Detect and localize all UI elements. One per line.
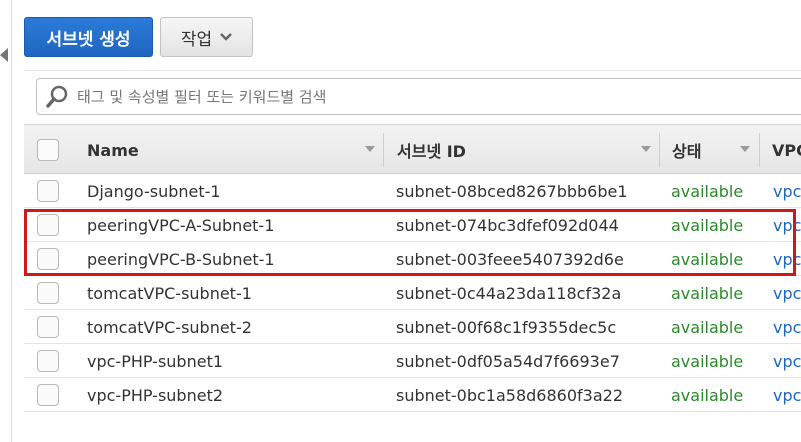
cell-name: peeringVPC-B-Subnet-1	[87, 249, 275, 269]
table-row[interactable]: Django-subnet-1 subnet-08bced8267bbb6be1…	[24, 174, 801, 208]
cell-name: Django-subnet-1	[87, 181, 221, 201]
column-header-label: Name	[87, 140, 139, 160]
cell-name: vpc-PHP-subnet1	[87, 351, 224, 371]
cell-subnet-id: subnet-0bc1a58d6860f3a22	[396, 385, 623, 405]
toolbar-divider	[24, 70, 801, 71]
chevron-left-icon[interactable]	[0, 48, 8, 62]
cell-status: available	[671, 385, 744, 405]
table-row[interactable]: peeringVPC-A-Subnet-1 subnet-074bc3dfef0…	[24, 208, 801, 242]
table-row[interactable]: tomcatVPC-subnet-1 subnet-0c44a23da118cf…	[24, 276, 801, 310]
search-input[interactable]	[77, 87, 777, 106]
cell-status: available	[671, 181, 744, 201]
search-icon	[46, 85, 68, 108]
row-checkbox[interactable]	[37, 384, 59, 406]
cell-status: available	[671, 215, 744, 235]
row-checkbox[interactable]	[37, 214, 59, 236]
column-header-status[interactable]: 상태	[672, 125, 762, 175]
cell-vpc-link[interactable]: vpc	[773, 208, 801, 242]
column-divider	[759, 133, 760, 167]
search-bar[interactable]	[36, 78, 801, 115]
cell-status: available	[671, 317, 744, 337]
create-subnet-button[interactable]: 서브넷 생성	[24, 17, 153, 57]
cell-subnet-id: subnet-074bc3dfef092d044	[396, 215, 619, 235]
cell-subnet-id: subnet-0c44a23da118cf32a	[396, 283, 622, 303]
sort-caret-icon[interactable]	[641, 146, 651, 152]
column-header-subnet-id[interactable]: 서브넷 ID	[397, 125, 659, 175]
column-header-label: 서브넷 ID	[397, 142, 466, 161]
row-checkbox[interactable]	[37, 350, 59, 372]
table-row[interactable]: peeringVPC-B-Subnet-1 subnet-003feee5407…	[24, 242, 801, 276]
cell-name: tomcatVPC-subnet-2	[87, 317, 252, 337]
actions-label: 작업	[180, 29, 213, 50]
select-all-checkbox[interactable]	[37, 139, 59, 161]
cell-vpc-link[interactable]: vpc	[773, 242, 801, 276]
cell-status: available	[671, 283, 744, 303]
cell-vpc-link[interactable]: vpc	[773, 174, 801, 208]
table-row[interactable]: vpc-PHP-subnet1 subnet-0df05a54d7f6693e7…	[24, 344, 801, 378]
row-checkbox[interactable]	[37, 282, 59, 304]
cell-name: peeringVPC-A-Subnet-1	[87, 215, 275, 235]
cell-subnet-id: subnet-00f68c1f9355dec5c	[396, 317, 617, 337]
left-nav-rail	[0, 0, 12, 442]
row-checkbox[interactable]	[37, 180, 59, 202]
cell-vpc-link[interactable]: vpc	[773, 344, 801, 378]
table-row[interactable]: vpc-PHP-subnet2 subnet-0bc1a58d6860f3a22…	[24, 378, 801, 412]
table-header: Name 서브넷 ID 상태 VPC	[24, 124, 801, 174]
cell-vpc-link[interactable]: vpc	[773, 310, 801, 344]
sort-caret-icon[interactable]	[365, 146, 375, 152]
column-divider	[659, 133, 660, 167]
column-header-vpc[interactable]: VPC	[772, 125, 801, 175]
row-checkbox[interactable]	[37, 248, 59, 270]
cell-name: tomcatVPC-subnet-1	[87, 283, 252, 303]
cell-subnet-id: subnet-08bced8267bbb6be1	[396, 181, 628, 201]
cell-subnet-id: subnet-0df05a54d7f6693e7	[396, 351, 620, 371]
subnets-table: Name 서브넷 ID 상태 VPC Django-subnet-1 subne…	[24, 124, 801, 412]
actions-dropdown-button[interactable]: 작업	[160, 17, 253, 57]
cell-vpc-link[interactable]: vpc	[773, 378, 801, 412]
sort-caret-icon[interactable]	[740, 146, 750, 152]
column-divider	[383, 133, 384, 167]
table-row[interactable]: tomcatVPC-subnet-2 subnet-00f68c1f9355de…	[24, 310, 801, 344]
cell-status: available	[671, 249, 744, 269]
chevron-down-icon	[220, 33, 232, 41]
cell-vpc-link[interactable]: vpc	[773, 276, 801, 310]
column-header-label: 상태	[672, 142, 702, 161]
column-header-label: VPC	[772, 140, 801, 160]
cell-status: available	[671, 351, 744, 371]
column-header-name[interactable]: Name	[87, 125, 382, 175]
row-checkbox[interactable]	[37, 316, 59, 338]
cell-name: vpc-PHP-subnet2	[87, 385, 224, 405]
cell-subnet-id: subnet-003feee5407392d6e	[396, 249, 624, 269]
